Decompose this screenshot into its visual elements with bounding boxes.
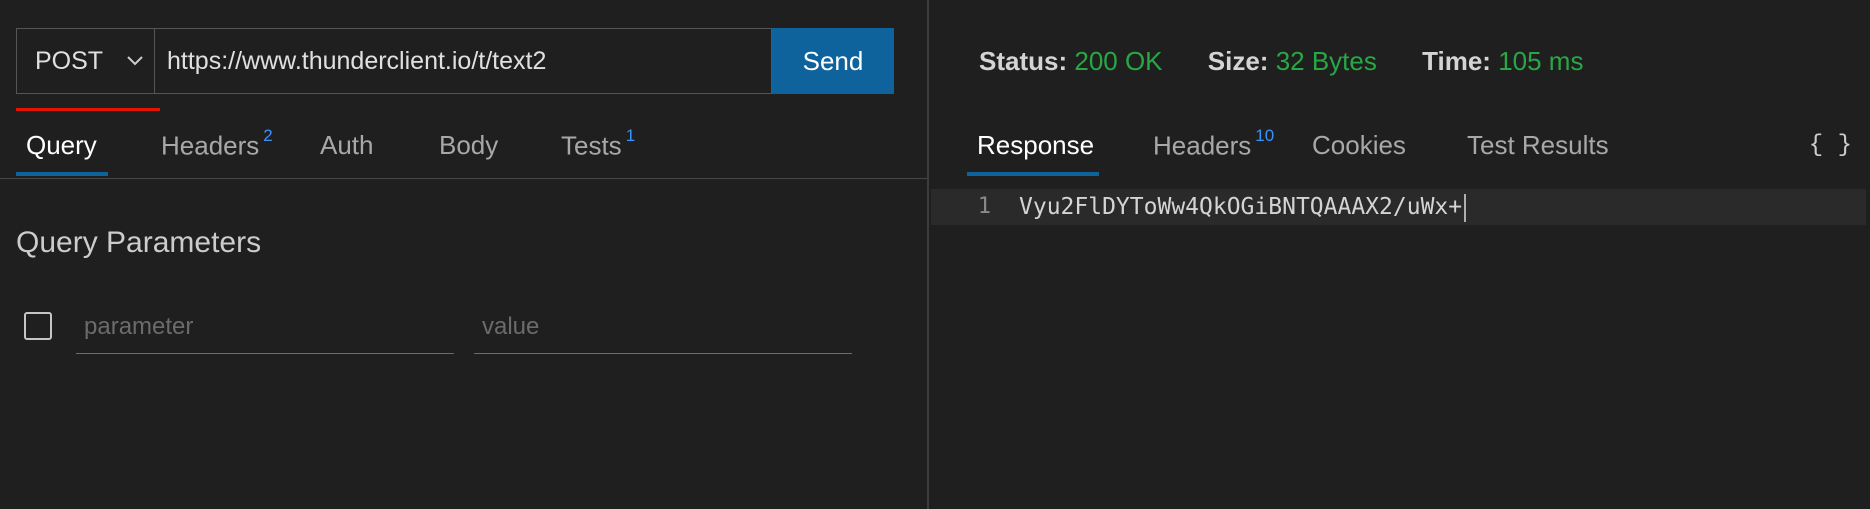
- tab-label: Headers: [1153, 130, 1252, 161]
- active-tab-indicator: [16, 172, 108, 176]
- tab-badge: 10: [1255, 126, 1275, 145]
- query-parameters-title: Query Parameters: [16, 226, 262, 259]
- tab-body[interactable]: Body: [439, 130, 498, 161]
- time-value: 105 ms: [1498, 46, 1584, 76]
- response-editor[interactable]: 1 Vyu2FlDYToWw4QkOGiBNTQAAAX2/uWx+: [931, 189, 1866, 225]
- thunder-client-app: POST Send Query Headers2 Auth: [0, 0, 1870, 509]
- response-tabs: Response Headers 10 Cookies Test Results …: [929, 120, 1870, 178]
- size-value: 32 Bytes: [1275, 46, 1377, 76]
- method-indicator: [16, 108, 160, 111]
- tab-query[interactable]: Query: [26, 130, 97, 161]
- param-value-input[interactable]: [474, 300, 852, 354]
- tab-badge: 1: [625, 126, 636, 145]
- tab-test-results[interactable]: Test Results: [1467, 130, 1609, 161]
- tab-label: Auth: [320, 130, 374, 160]
- send-button[interactable]: Send: [772, 28, 894, 94]
- response-body-line: Vyu2FlDYToWw4QkOGiBNTQAAAX2/uWx+: [1019, 189, 1467, 225]
- response-status-bar: Status: 200 OK Size: 32 Bytes Time: 105 …: [979, 46, 1621, 77]
- tab-badge: 2: [263, 126, 273, 145]
- tab-label: Headers: [161, 130, 260, 161]
- url-bar: POST Send: [16, 28, 894, 94]
- active-tab-indicator: [967, 172, 1099, 176]
- format-json-button[interactable]: { }: [1809, 132, 1852, 159]
- param-enable-checkbox[interactable]: [24, 312, 52, 340]
- tab-tests[interactable]: Tests 1: [561, 126, 635, 162]
- panel-divider[interactable]: [927, 0, 929, 509]
- tab-label: Tests: [561, 130, 622, 161]
- status-label: Status:: [979, 46, 1068, 76]
- method-value: POST: [35, 46, 104, 75]
- request-panel: POST Send Query Headers2 Auth: [0, 0, 927, 509]
- status-value: 200 OK: [1074, 46, 1163, 76]
- param-name-input[interactable]: [76, 300, 454, 354]
- query-param-row: [24, 300, 904, 360]
- tab-response-headers[interactable]: Headers 10: [1153, 126, 1274, 162]
- response-body-text: Vyu2FlDYToWw4QkOGiBNTQAAAX2/uWx+: [1019, 194, 1463, 220]
- size-label: Size:: [1207, 46, 1269, 76]
- tab-label: Body: [439, 130, 499, 160]
- method-select[interactable]: POST: [16, 28, 154, 94]
- tab-label: Query: [26, 130, 97, 160]
- tab-label: Response: [977, 130, 1095, 160]
- url-input[interactable]: [154, 28, 772, 94]
- tab-auth[interactable]: Auth: [320, 130, 374, 161]
- line-number: 1: [977, 194, 991, 219]
- request-tabs: Query Headers 2 Auth Body Tests 1: [0, 120, 927, 179]
- tab-headers[interactable]: Headers 2: [161, 126, 273, 162]
- tab-response[interactable]: Response: [977, 130, 1094, 161]
- text-cursor: [1464, 193, 1467, 222]
- tab-label: Test Results: [1467, 130, 1609, 160]
- time-label: Time:: [1422, 46, 1491, 76]
- tab-label: Cookies: [1312, 130, 1406, 160]
- chevron-down-icon: [124, 50, 146, 72]
- tab-cookies[interactable]: Cookies: [1312, 130, 1406, 161]
